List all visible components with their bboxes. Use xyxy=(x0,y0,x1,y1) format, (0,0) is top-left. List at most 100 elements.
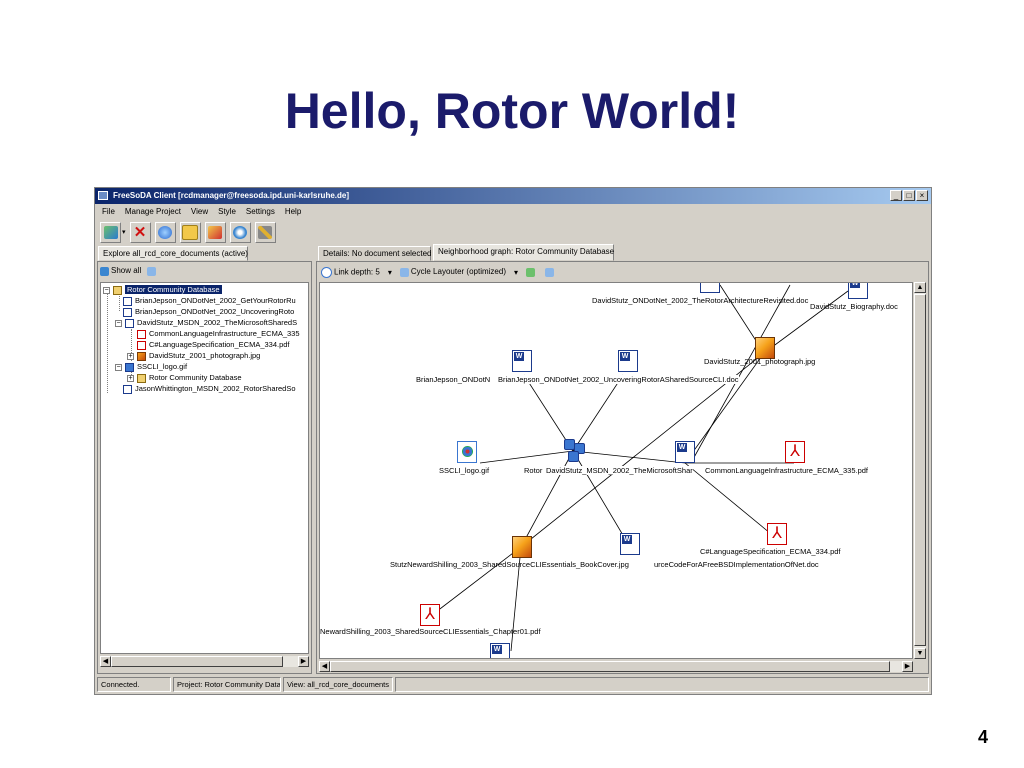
refresh-button[interactable] xyxy=(229,221,251,243)
connect-button[interactable] xyxy=(100,221,121,243)
title-bar[interactable]: FreeSoDA Client [rcdmanager@freesoda.ipd… xyxy=(95,188,931,204)
filter-icon[interactable] xyxy=(147,266,157,276)
image-icon xyxy=(755,337,775,359)
tree-item[interactable]: JasonWhittington_MSDN_2002_RotorSharedSo xyxy=(123,383,296,394)
tab-details[interactable]: Details: No document selected xyxy=(318,246,432,261)
menu-settings[interactable]: Settings xyxy=(241,205,280,219)
tree-item-label: Rotor Community Database xyxy=(149,373,242,382)
delete-button[interactable]: ✕ xyxy=(129,221,151,243)
freesoda-client-window: FreeSoDA Client [rcdmanager@freesoda.ipd… xyxy=(94,187,932,695)
layout-icon xyxy=(399,267,409,277)
scroll-thumb[interactable] xyxy=(914,294,926,646)
expand-toggle[interactable]: + xyxy=(127,353,134,360)
status-empty xyxy=(395,677,929,692)
scroll-up-button[interactable]: ▲ xyxy=(914,282,926,293)
scroll-left-button[interactable]: ◀ xyxy=(100,656,111,667)
graph-node-label: BrianJepson_ONDotN xyxy=(416,375,491,384)
menu-manage-project[interactable]: Manage Project xyxy=(120,205,186,219)
scroll-down-button[interactable]: ▼ xyxy=(914,648,926,659)
open-folder-button[interactable] xyxy=(179,221,201,243)
word-document-icon xyxy=(125,318,134,328)
database-icon xyxy=(113,285,122,295)
word-document-icon xyxy=(123,384,132,394)
close-button[interactable]: × xyxy=(916,190,928,201)
show-all-icon xyxy=(100,266,109,276)
menu-help[interactable]: Help xyxy=(280,205,306,219)
menu-bar: File Manage Project View Style Settings … xyxy=(97,205,306,219)
tab-neighborhood-graph[interactable]: Neighborhood graph: Rotor Community Data… xyxy=(433,244,614,261)
graph-node-label: DavidStutz_Biography.doc xyxy=(810,302,898,311)
tree-item-label: C#LanguageSpecification_ECMA_334.pdf xyxy=(149,340,290,349)
layouter-dropdown-icon[interactable]: ▾ xyxy=(514,268,518,277)
tree-item[interactable]: BrianJepson_ONDotNet_2002_GetYourRotorRu xyxy=(123,295,296,306)
tab-explore[interactable]: Explore all_rcd_core_documents (active) xyxy=(98,246,248,261)
collapse-toggle[interactable]: − xyxy=(103,287,110,294)
collapse-toggle[interactable]: − xyxy=(115,320,122,327)
tree-item[interactable]: − DavidStutz_MSDN_2002_TheMicrosoftShared… xyxy=(115,317,297,328)
tree-item-label: JasonWhittington_MSDN_2002_RotorSharedSo xyxy=(135,384,296,393)
image-icon xyxy=(125,362,134,372)
tree-item[interactable]: CommonLanguageInfrastructure_ECMA_335 xyxy=(137,328,300,339)
tree-item-label: SSCLI_logo.gif xyxy=(137,362,188,371)
graph-edge xyxy=(431,546,522,616)
tree-item[interactable]: − SSCLI_logo.gif xyxy=(115,361,187,372)
maximize-button[interactable]: □ xyxy=(903,190,915,201)
link-depth-dropdown-icon[interactable]: ▾ xyxy=(388,268,392,277)
tree-item-label: CommonLanguageInfrastructure_ECMA_335 xyxy=(149,329,300,338)
word-document-icon xyxy=(490,643,510,658)
expand-toggle[interactable]: + xyxy=(127,375,134,382)
image-icon xyxy=(457,441,477,463)
show-all-label: Show all xyxy=(111,266,142,276)
scroll-right-button[interactable]: ▶ xyxy=(298,656,309,667)
scroll-left-button[interactable]: ◀ xyxy=(319,661,330,672)
scroll-thumb[interactable] xyxy=(330,661,890,672)
graph-node-label: C#LanguageSpecification_ECMA_334.pdf xyxy=(700,547,841,556)
link-depth-select[interactable]: Link depth: 5 xyxy=(321,266,380,278)
word-document-icon xyxy=(700,283,720,293)
scroll-right-button[interactable]: ▶ xyxy=(902,661,913,672)
layouter-label: Cycle Layouter (optimized) xyxy=(410,267,506,277)
graph-node-label: NewardShilling_2003_SharedSourceCLIEssen… xyxy=(320,627,541,636)
graph-edge xyxy=(684,352,765,464)
zoom-icon[interactable] xyxy=(545,267,554,277)
tree-item-label: Rotor Community Database xyxy=(125,285,222,294)
graph-node-label: urceCodeForAFreeBSDImplementationOfNet.d… xyxy=(654,560,819,569)
tree-horizontal-scrollbar[interactable]: ◀ ▶ xyxy=(100,656,309,667)
graph-node-label: BrianJepson_ONDotNet_2002_UncoveringRoto… xyxy=(498,375,739,384)
graph-node-label: StutzNewardShilling_2003_SharedSourceCLI… xyxy=(390,560,629,569)
word-document-icon xyxy=(618,350,638,372)
graph-panel: Link depth: 5 ▾ Cycle Layouter (optimize… xyxy=(316,261,929,674)
tree-item-label: DavidStutz_2001_photograph.jpg xyxy=(149,351,261,360)
graph-hub-icon xyxy=(564,439,585,462)
neighborhood-graph-canvas[interactable]: DavidStutz_ONDotNet_2002_TheRotorArchite… xyxy=(319,282,913,659)
tree-item[interactable]: C#LanguageSpecification_ECMA_334.pdf xyxy=(137,339,290,350)
tree-item-root[interactable]: − Rotor Community Database xyxy=(103,284,222,295)
pdf-icon xyxy=(137,340,146,350)
apply-layout-icon[interactable] xyxy=(526,267,535,277)
connect-dropdown-icon[interactable]: ▾ xyxy=(122,228,126,236)
tools-button[interactable] xyxy=(254,221,276,243)
import-button[interactable] xyxy=(204,221,226,243)
connect-icon xyxy=(103,225,118,239)
show-all-button[interactable]: Show all xyxy=(100,266,142,276)
globe-button[interactable] xyxy=(154,221,176,243)
tree-item[interactable]: + DavidStutz_2001_photograph.jpg xyxy=(127,350,260,361)
tree-item[interactable]: BrianJepson_ONDotNet_2002_UncoveringRoto xyxy=(123,306,294,317)
scroll-thumb[interactable] xyxy=(111,656,283,667)
menu-style[interactable]: Style xyxy=(213,205,241,219)
tree-item[interactable]: + Rotor Community Database xyxy=(127,372,242,383)
document-tree[interactable]: − Rotor Community Database BrianJepson_ON… xyxy=(100,282,309,654)
graph-horizontal-scrollbar[interactable]: ◀ ▶ xyxy=(319,661,913,672)
word-document-icon xyxy=(123,307,132,317)
window-title: FreeSoDA Client [rcdmanager@freesoda.ipd… xyxy=(113,191,349,200)
menu-file[interactable]: File xyxy=(97,205,120,219)
collapse-toggle[interactable]: − xyxy=(115,364,122,371)
menu-view[interactable]: View xyxy=(186,205,213,219)
search-icon xyxy=(321,266,332,278)
word-document-icon xyxy=(123,296,132,306)
minimize-button[interactable]: _ xyxy=(890,190,902,201)
layouter-select[interactable]: Cycle Layouter (optimized) xyxy=(399,267,506,277)
graph-vertical-scrollbar[interactable]: ▲ ▼ xyxy=(914,282,926,659)
word-document-icon xyxy=(620,533,640,555)
graph-edge xyxy=(479,450,574,464)
